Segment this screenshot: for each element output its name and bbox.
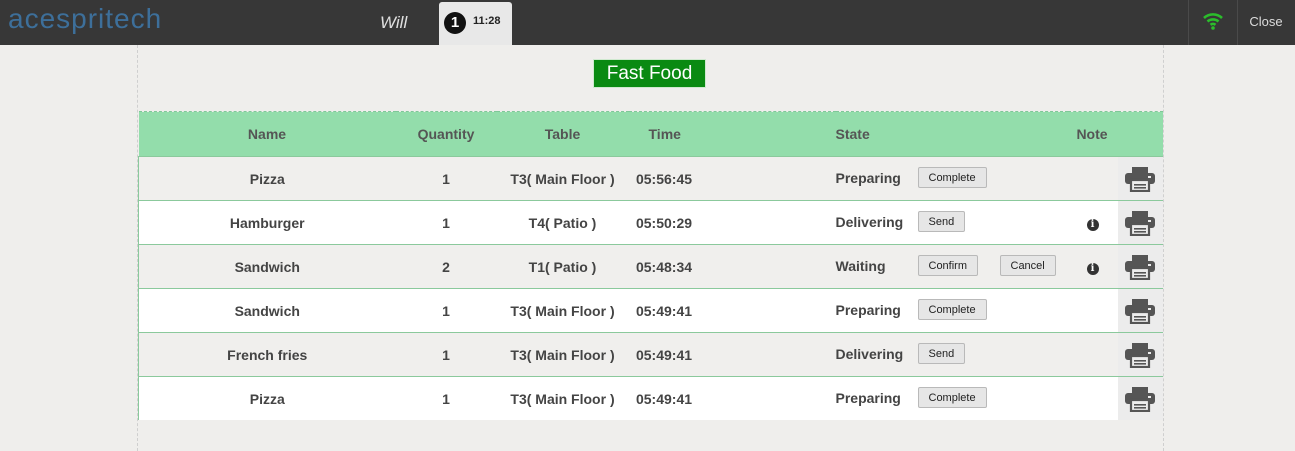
complete-button[interactable]: Complete xyxy=(917,299,987,320)
table-row: Pizza 1 T3( Main Floor ) 05:49:41 Preparing C… xyxy=(138,376,1163,420)
print-button[interactable] xyxy=(1117,156,1163,201)
complete-button[interactable]: Complete xyxy=(917,387,987,408)
send-button[interactable]: Send xyxy=(917,343,966,364)
cell-table: T3( Main Floor ) xyxy=(496,332,629,377)
cell-name: Pizza xyxy=(138,376,396,420)
cell-state: Preparing Complete xyxy=(835,156,1068,201)
cell-time: 05:49:41 xyxy=(628,332,836,377)
table-header-row: Name Quantity Table Time State Note xyxy=(138,111,1163,157)
printer-icon xyxy=(1118,166,1163,192)
print-button[interactable] xyxy=(1117,376,1163,420)
category-label: Fast Food xyxy=(593,59,706,88)
print-button[interactable] xyxy=(1117,200,1163,245)
state-label: Preparing xyxy=(835,302,901,318)
cell-time-label: 05:49:41 xyxy=(635,390,693,407)
logo: acespritech xyxy=(8,2,162,38)
tab-time: 11:28 xyxy=(473,15,501,27)
printer-icon xyxy=(1118,298,1163,324)
cell-quantity: 1 xyxy=(395,200,497,245)
wifi-status xyxy=(1188,0,1238,45)
col-header-time-label: Time xyxy=(648,126,681,142)
cell-name: Sandwich xyxy=(138,288,396,333)
logo-text: acespritech xyxy=(8,3,163,34)
cell-state: Delivering Send xyxy=(835,200,1068,245)
cell-state: Preparing Complete xyxy=(835,288,1068,333)
cell-time: 05:49:41 xyxy=(628,376,836,420)
wifi-icon xyxy=(1203,13,1223,30)
cell-time: 05:48:34 xyxy=(628,244,836,289)
cell-table: T3( Main Floor ) xyxy=(496,288,629,333)
table-row: Sandwich 1 T3( Main Floor ) 05:49:41 Prepari… xyxy=(138,288,1163,333)
col-header-table: Table xyxy=(496,111,629,157)
cell-table: T3( Main Floor ) xyxy=(496,156,629,201)
printer-icon xyxy=(1118,386,1163,412)
close-button[interactable]: Close xyxy=(1237,0,1295,45)
print-button[interactable] xyxy=(1117,332,1163,377)
state-label: Delivering xyxy=(835,214,904,230)
cell-quantity: 2 xyxy=(395,244,497,289)
complete-button[interactable]: Complete xyxy=(917,167,987,188)
info-icon[interactable]: i xyxy=(1086,263,1099,275)
cell-time-label: 05:49:41 xyxy=(635,346,693,363)
cell-note xyxy=(1067,288,1118,333)
col-header-state: State xyxy=(835,111,1068,157)
tab-number-badge: 1 xyxy=(444,12,466,34)
cell-time-label: 05:56:45 xyxy=(635,170,693,187)
table-row: Pizza 1 T3( Main Floor ) 05:56:45 Preparing C… xyxy=(138,156,1163,201)
cell-state: Delivering Send xyxy=(835,332,1068,377)
print-button[interactable] xyxy=(1117,288,1163,333)
printer-icon xyxy=(1118,210,1163,236)
printer-icon xyxy=(1118,342,1163,368)
table-row: Sandwich 2 T1( Patio ) 05:48:34 Waiting Confi… xyxy=(138,244,1163,289)
cell-time: 05:56:45 xyxy=(628,156,836,201)
cell-note xyxy=(1067,156,1118,201)
user-name: Will xyxy=(380,13,408,32)
cell-state: Preparing Complete xyxy=(835,376,1068,420)
cell-quantity: 1 xyxy=(395,376,497,420)
table-row: French fries 1 T3( Main Floor ) 05:49:41 Del… xyxy=(138,332,1163,377)
cell-name: Hamburger xyxy=(138,200,396,245)
cell-name: Pizza xyxy=(138,156,396,201)
state-label: Preparing xyxy=(835,390,901,406)
cell-name: French fries xyxy=(138,332,396,377)
cell-note xyxy=(1067,332,1118,377)
col-header-quantity: Quantity xyxy=(395,111,497,157)
cell-note: i xyxy=(1067,200,1118,245)
cell-note: i xyxy=(1067,244,1118,289)
top-bar: acespritech Will 1 11:28 Close xyxy=(0,0,1295,45)
cell-time-label: 05:49:41 xyxy=(635,302,693,319)
col-header-name: Name xyxy=(138,111,396,157)
cell-table: T3( Main Floor ) xyxy=(496,376,629,420)
state-label: Waiting xyxy=(835,258,886,274)
cell-name: Sandwich xyxy=(138,244,396,289)
cell-time: 05:50:29 xyxy=(628,200,836,245)
state-label: Preparing xyxy=(835,170,901,186)
cell-state: Waiting Confirm Cancel xyxy=(835,244,1068,289)
confirm-button[interactable]: Confirm xyxy=(917,255,979,276)
printer-icon xyxy=(1118,254,1163,280)
cell-time-label: 05:48:34 xyxy=(635,258,693,275)
col-header-note: Note xyxy=(1067,111,1163,157)
state-label: Delivering xyxy=(835,346,904,362)
orders-table: Name Quantity Table Time State Note Pizz… xyxy=(138,111,1163,420)
cell-note xyxy=(1067,376,1118,420)
cell-time: 05:49:41 xyxy=(628,288,836,333)
cell-table: T4( Patio ) xyxy=(496,200,629,245)
cell-time-label: 05:50:29 xyxy=(635,214,693,231)
send-button[interactable]: Send xyxy=(917,211,966,232)
info-icon[interactable]: i xyxy=(1086,219,1099,231)
cell-table: T1( Patio ) xyxy=(496,244,629,289)
order-tab[interactable]: 1 11:28 xyxy=(439,2,512,45)
print-button[interactable] xyxy=(1117,244,1163,289)
cancel-button[interactable]: Cancel xyxy=(999,255,1056,276)
col-header-note-label: Note xyxy=(1076,126,1108,142)
cell-quantity: 1 xyxy=(395,332,497,377)
col-header-time: Time xyxy=(628,111,836,157)
cell-quantity: 1 xyxy=(395,288,497,333)
table-row: Hamburger 1 T4( Patio ) 05:50:29 Delivering S… xyxy=(138,200,1163,245)
cell-quantity: 1 xyxy=(395,156,497,201)
